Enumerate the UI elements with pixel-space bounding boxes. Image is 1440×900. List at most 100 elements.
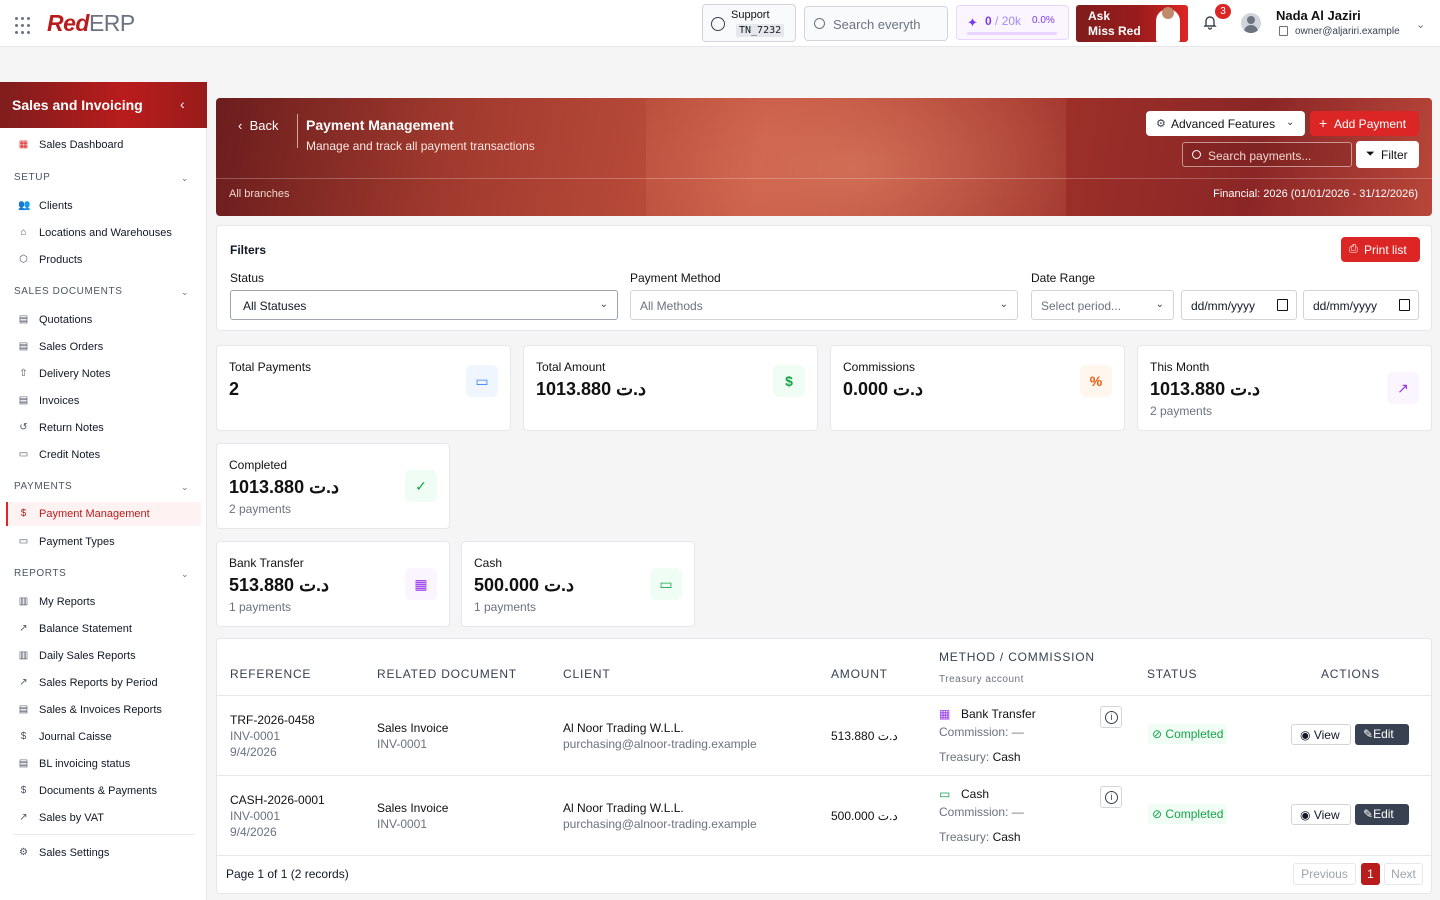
advanced-features-button[interactable]: ⚙ Advanced Features ⌄: [1146, 111, 1305, 136]
edit-icon: ✎: [1363, 727, 1374, 741]
sidebar-section-setup[interactable]: SETUP: [14, 172, 50, 183]
collapse-sidebar-icon[interactable]: ‹: [180, 96, 185, 112]
eye-icon: ◉: [1300, 808, 1311, 822]
print-list-button[interactable]: ⎙ Print list: [1341, 237, 1420, 262]
sidebar-item-quotations[interactable]: ▤ Quotations: [0, 308, 207, 332]
global-search-input[interactable]: Search everyth: [804, 6, 948, 41]
notification-badge: 3: [1215, 4, 1231, 19]
date-to-input[interactable]: dd/mm/yyyy: [1303, 290, 1419, 320]
miss-red-label: Miss Red: [1088, 24, 1141, 38]
info-button[interactable]: i: [1100, 706, 1122, 728]
lifebuoy-icon: [711, 17, 725, 31]
calendar-icon[interactable]: [1277, 299, 1288, 311]
column-header-status[interactable]: STATUS: [1147, 667, 1197, 681]
ai-credits-meter[interactable]: ✦ 0 / 20k 0.0%: [956, 5, 1069, 40]
sidebar-item-balance-statement[interactable]: ↗ Balance Statement: [0, 617, 207, 641]
rotate-ccw-icon: ↺: [19, 422, 28, 433]
package-icon: ⬡: [19, 254, 28, 265]
ask-label: Ask: [1088, 9, 1111, 23]
top-bar: RedERP Support TN_7232 Search everyth ✦ …: [0, 0, 1440, 47]
edit-icon: ✎: [1363, 807, 1374, 821]
search-icon: [1192, 150, 1201, 159]
document-icon: ▤: [18, 758, 29, 769]
apps-grid-icon[interactable]: [15, 17, 33, 35]
ask-miss-red-button[interactable]: Ask Miss Red: [1076, 5, 1188, 42]
sidebar-section-reports[interactable]: REPORTS: [14, 568, 66, 579]
copy-icon[interactable]: [1279, 26, 1288, 36]
user-avatar[interactable]: [1241, 13, 1261, 33]
sidebar-item-sales-dashboard[interactable]: ▦ Sales Dashboard: [0, 133, 207, 157]
column-header-reference[interactable]: REFERENCE: [230, 667, 311, 681]
trending-up-icon: ↗: [1387, 372, 1419, 404]
credit-card-icon: ▭: [466, 365, 498, 397]
trending-up-icon: ↗: [19, 812, 28, 823]
sidebar-item-sales-reports-by-period[interactable]: ↗ Sales Reports by Period: [0, 671, 207, 695]
sidebar-item-return-notes[interactable]: ↺ Return Notes: [0, 416, 207, 440]
column-header-client[interactable]: CLIENT: [563, 667, 610, 681]
status-badge: ⊘ Completed: [1148, 804, 1228, 824]
sidebar-item-documents-payments[interactable]: $ Documents & Payments: [0, 779, 207, 803]
column-header-amount[interactable]: AMOUNT: [831, 667, 888, 681]
dollar-icon: $: [20, 731, 27, 742]
support-code: TN_7232: [736, 24, 785, 37]
page-1-button[interactable]: 1: [1361, 863, 1380, 885]
app-logo[interactable]: RedERP: [47, 10, 135, 37]
sidebar-item-invoices[interactable]: ▤ Invoices: [0, 389, 207, 413]
sidebar-item-daily-sales-reports[interactable]: ▥ Daily Sales Reports: [0, 644, 207, 668]
date-range-label: Date Range: [1031, 271, 1096, 285]
add-payment-button[interactable]: + Add Payment: [1310, 111, 1419, 136]
edit-button[interactable]: ✎Edit: [1355, 804, 1409, 825]
payment-search-input[interactable]: Search payments...: [1182, 142, 1352, 167]
sidebar-item-delivery-notes[interactable]: ⇧ Delivery Notes: [0, 362, 207, 386]
bell-icon[interactable]: [1202, 14, 1218, 30]
next-page-button[interactable]: Next: [1384, 863, 1423, 885]
payment-method-select[interactable]: All Methods ⌄: [630, 290, 1018, 320]
sidebar-item-clients[interactable]: 👥 Clients: [0, 194, 207, 218]
column-header-related-document[interactable]: RELATED DOCUMENT: [377, 667, 517, 681]
sparkles-icon: ✦: [967, 15, 978, 30]
sidebar-header: Sales and Invoicing ‹: [0, 82, 207, 128]
sidebar-item-products[interactable]: ⬡ Products: [0, 248, 207, 272]
sidebar-item-sales-by-vat[interactable]: ↗ Sales by VAT: [0, 806, 207, 830]
sidebar-item-credit-notes[interactable]: ▭ Credit Notes: [0, 443, 207, 467]
chevron-down-icon[interactable]: ⌄: [181, 173, 189, 184]
column-header-method[interactable]: METHOD / COMMISSION: [939, 650, 1095, 664]
chevron-down-icon[interactable]: ⌄: [181, 287, 189, 298]
sidebar-section-sales-documents[interactable]: SALES DOCUMENTS: [14, 286, 122, 297]
sidebar-section-payments[interactable]: PAYMENTS: [14, 481, 72, 492]
chevron-down-icon[interactable]: ⌄: [1416, 18, 1425, 31]
sidebar-item-journal-caisse[interactable]: $ Journal Caisse: [0, 725, 207, 749]
view-button[interactable]: ◉ View: [1291, 804, 1351, 825]
sidebar-item-sales-invoices-reports[interactable]: ▤ Sales & Invoices Reports: [0, 698, 207, 722]
stat-card-completed: Completed 1013.880 د.ت 2 payments ✓: [216, 443, 450, 529]
chevron-down-icon[interactable]: ⌄: [181, 569, 189, 580]
sidebar-item-sales-settings[interactable]: ⚙ Sales Settings: [0, 841, 207, 865]
sidebar-item-locations[interactable]: ⌂ Locations and Warehouses: [0, 221, 207, 245]
stat-card-total-amount: Total Amount 1013.880 د.ت $: [523, 345, 818, 431]
sidebar-item-payment-management[interactable]: $ Payment Management: [6, 502, 201, 526]
status-select[interactable]: All Statuses ⌄: [230, 290, 618, 320]
chevron-down-icon: ⌄: [999, 299, 1008, 310]
user-name[interactable]: Nada Al Jaziri: [1276, 8, 1361, 23]
previous-page-button[interactable]: Previous: [1293, 863, 1356, 885]
sidebar-item-my-reports[interactable]: ▥ My Reports: [0, 590, 207, 614]
global-search-placeholder: Search everyth: [833, 17, 921, 32]
back-button[interactable]: ‹ Back: [238, 118, 278, 133]
sidebar-item-bl-invoicing-status[interactable]: ▤ BL invoicing status: [0, 752, 207, 776]
calendar-icon[interactable]: [1399, 299, 1410, 311]
edit-button[interactable]: ✎Edit: [1355, 724, 1409, 745]
warehouse-icon: ⌂: [20, 227, 27, 238]
sidebar-item-payment-types[interactable]: ▭ Payment Types: [0, 530, 207, 554]
info-button[interactable]: i: [1100, 786, 1122, 808]
date-from-input[interactable]: dd/mm/yyyy: [1181, 290, 1297, 320]
view-button[interactable]: ◉ View: [1291, 724, 1351, 745]
page-title: Payment Management: [306, 117, 454, 133]
support-button[interactable]: Support TN_7232: [702, 4, 796, 42]
chevron-down-icon[interactable]: ⌄: [181, 482, 189, 493]
credit-card-icon: ▭: [18, 449, 29, 460]
period-select[interactable]: Select period... ⌄: [1031, 290, 1174, 320]
sidebar-item-sales-orders[interactable]: ▤ Sales Orders: [0, 335, 207, 359]
funnel-icon: ⏷: [1366, 148, 1375, 160]
filter-button[interactable]: ⏷ Filter: [1356, 141, 1419, 168]
chevron-down-icon: ⌄: [599, 299, 608, 310]
